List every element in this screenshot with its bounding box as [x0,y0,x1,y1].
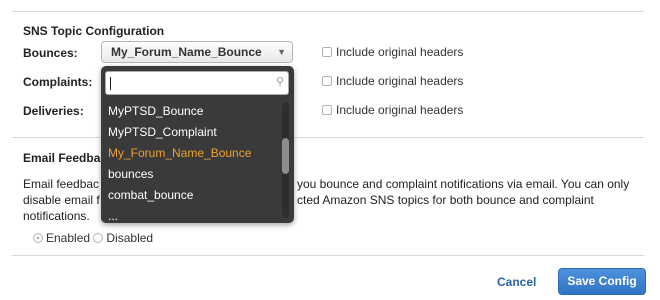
complaints-label: Complaints: [23,75,93,89]
description-line: Email feedbac [23,177,100,191]
top-divider [12,11,644,12]
topic-dropdown-menu: ⚲ MyPTSD_Bounce MyPTSD_Complaint My_Foru… [101,66,294,223]
dropdown-scrollbar[interactable] [282,102,289,218]
email-description-left: Email feedbac disable email f notificati… [23,176,100,224]
deliveries-headers-checkbox[interactable] [322,105,332,115]
dropdown-item-partial[interactable]: ... [108,214,268,223]
dropdown-search-input[interactable] [105,71,289,95]
complaints-headers-checkbox[interactable] [322,76,332,86]
dropdown-item[interactable]: MyPTSD_Complaint [108,125,217,139]
description-line: you bounce and complaint notifications v… [297,177,630,191]
dropdown-item[interactable]: bounces [108,167,153,181]
bounces-topic-select[interactable]: My_Forum_Name_Bounce ▼ [101,41,293,63]
sns-section-title: SNS Topic Configuration [23,24,165,38]
complaints-include-headers[interactable]: Include original headers [322,74,463,88]
description-line: cted Amazon SNS topics for both bounce a… [297,193,594,207]
email-description-right: you bounce and complaint notifications v… [297,176,629,208]
footer-divider [12,255,644,256]
save-config-button[interactable]: Save Config [558,268,646,295]
text-cursor [110,77,111,90]
bounces-headers-checkbox[interactable] [322,47,332,57]
dropdown-item-partial-label: ... [108,214,119,223]
enabled-radio[interactable] [33,233,43,243]
enabled-label: Enabled [46,231,91,245]
description-line: disable email f [23,193,100,207]
enabled-option[interactable]: Enabled [33,231,90,245]
deliveries-headers-label: Include original headers [336,103,464,117]
dropdown-scrollbar-thumb[interactable] [282,138,289,174]
dropdown-item[interactable]: MyPTSD_Bounce [108,104,203,118]
deliveries-label: Deliveries: [23,104,84,118]
cancel-button[interactable]: Cancel [497,275,536,289]
bounces-headers-label: Include original headers [336,45,464,59]
dropdown-item[interactable]: combat_bounce [108,188,193,202]
disabled-option[interactable]: Disabled [93,231,153,245]
deliveries-include-headers[interactable]: Include original headers [322,103,463,117]
bounces-select-value: My_Forum_Name_Bounce [111,45,262,59]
dropdown-item-selected[interactable]: My_Forum_Name_Bounce [108,146,251,160]
complaints-headers-label: Include original headers [336,74,464,88]
search-icon: ⚲ [275,76,284,88]
disabled-label: Disabled [106,231,154,245]
chevron-down-icon: ▼ [277,47,286,57]
bounces-include-headers[interactable]: Include original headers [322,45,463,59]
description-line: notifications. [23,209,90,223]
bounces-label: Bounces: [23,46,78,60]
forwarding-radio-group: Enabled Disabled [33,231,153,245]
email-feedback-title: Email Feedbac [23,151,108,165]
disabled-radio[interactable] [93,233,104,243]
